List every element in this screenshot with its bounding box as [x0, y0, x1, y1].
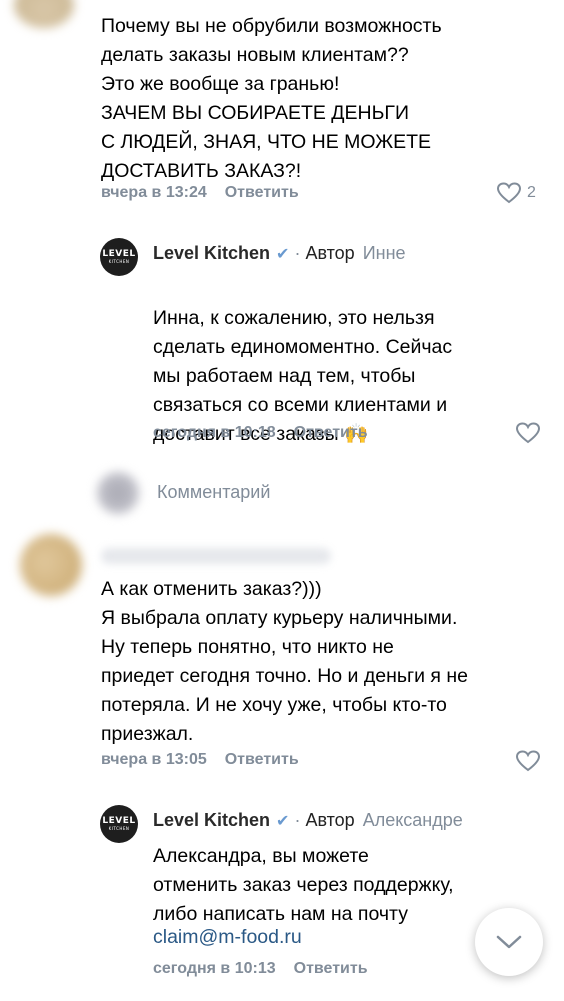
author-name[interactable]: Level Kitchen	[153, 243, 270, 264]
heart-icon	[515, 750, 541, 772]
blurred-author-name[interactable]	[101, 548, 331, 564]
reply-time: сегодня в 10:18	[153, 424, 276, 441]
reply-time: сегодня в 10:13	[153, 960, 276, 977]
reply-header: Level Kitchen ✔ · Автор Инне	[153, 243, 406, 264]
reply-button[interactable]: Ответить	[294, 424, 368, 441]
reply-addressee[interactable]: Инне	[363, 243, 406, 264]
email-link[interactable]: claim@m-food.ru	[153, 923, 302, 952]
heart-icon	[515, 422, 541, 444]
comment-text: Почему вы не обрубили возможность делать…	[101, 15, 442, 182]
like-button[interactable]	[515, 750, 541, 777]
reply-button[interactable]: Ответить	[225, 751, 299, 768]
reply-meta: сегодня в 10:13 Ответить	[153, 960, 368, 978]
like-count: 2	[527, 184, 536, 201]
comment-time: вчера в 13:24	[101, 184, 207, 201]
comment-meta: вчера в 13:05 Ответить	[101, 751, 299, 769]
heart-icon	[497, 182, 521, 204]
reply-header: Level Kitchen ✔ · Автор Александре	[153, 810, 463, 831]
chevron-down-icon	[496, 935, 522, 949]
reply-addressee[interactable]: Александре	[363, 810, 463, 831]
reply-button[interactable]: Ответить	[225, 184, 299, 201]
scroll-down-button[interactable]	[475, 908, 543, 976]
author-label: Автор	[305, 243, 355, 263]
reply-text: Инна, к сожалению, это нельзя сделать ед…	[153, 307, 453, 445]
author-name[interactable]: Level Kitchen	[153, 810, 270, 831]
comment-text: А как отменить заказ?))) Я выбрала оплат…	[101, 578, 469, 745]
like-button[interactable]	[515, 422, 541, 449]
reply-meta: сегодня в 10:18 Ответить	[153, 424, 368, 442]
verified-icon: ✔	[276, 245, 290, 263]
level-kitchen-logo[interactable]: LEVEL KITCHEN	[100, 805, 138, 843]
my-avatar	[97, 472, 139, 514]
avatar[interactable]	[20, 534, 82, 596]
comment-meta: вчера в 13:24 Ответить	[101, 184, 299, 202]
verified-icon: ✔	[276, 812, 290, 830]
comment-input[interactable]: Комментарий	[157, 482, 270, 503]
like-button[interactable]: 2	[497, 182, 536, 204]
reply-button[interactable]: Ответить	[294, 960, 368, 977]
avatar[interactable]	[14, 0, 74, 28]
author-label: Автор	[305, 810, 355, 830]
comment-time: вчера в 13:05	[101, 751, 207, 768]
level-kitchen-logo[interactable]: LEVEL KITCHEN	[100, 238, 138, 276]
